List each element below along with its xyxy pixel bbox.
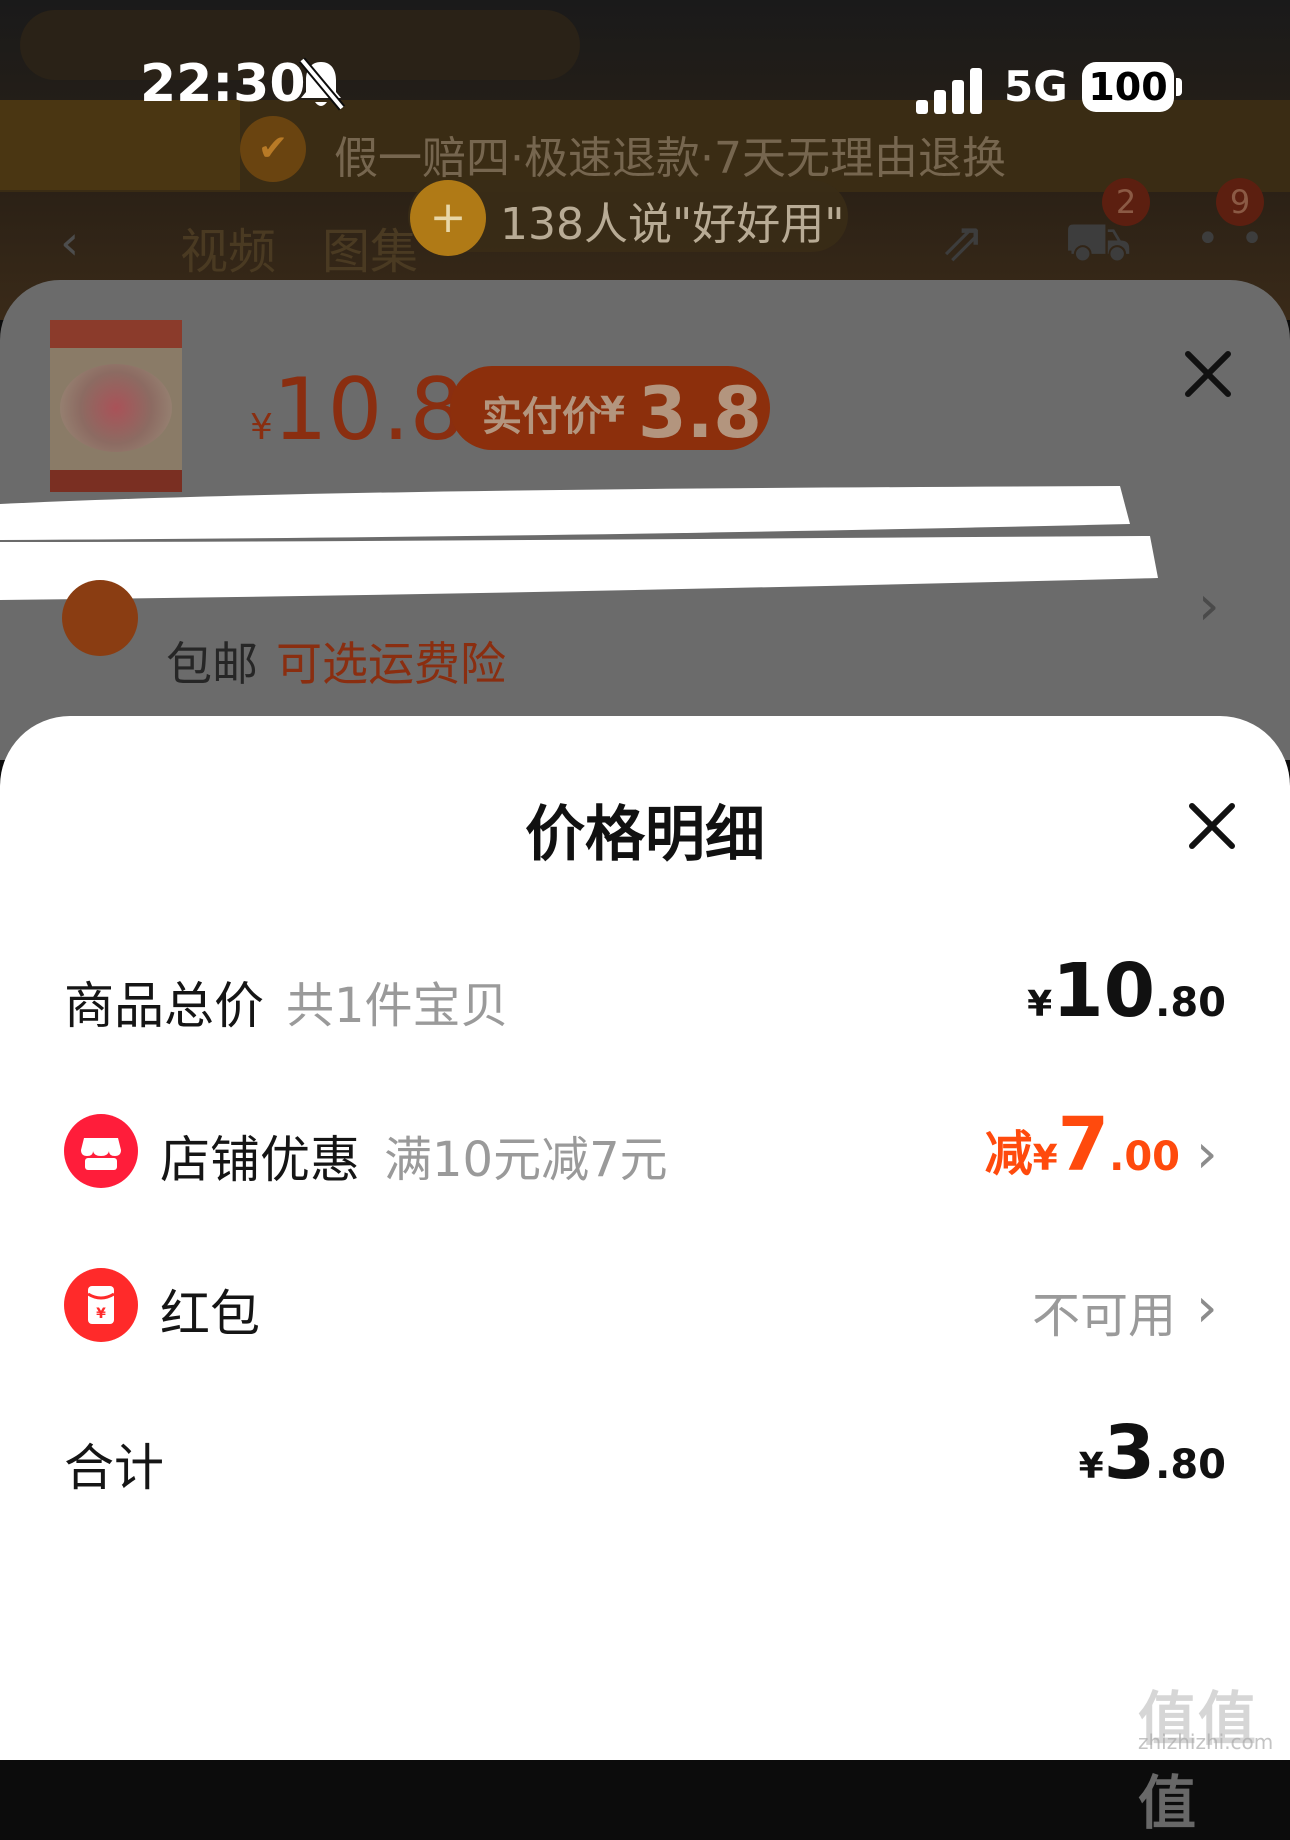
- chevron-right-icon[interactable]: ›: [1198, 574, 1220, 637]
- red-packet-label: 红包: [160, 1285, 260, 1343]
- total-currency: ¥: [1078, 1446, 1104, 1487]
- background-tab-gallery: 图集: [322, 224, 419, 280]
- shop-discount-label: 店铺优惠: [160, 1131, 360, 1189]
- total-decimal: .80: [1155, 1442, 1226, 1488]
- mute-icon: [298, 57, 346, 111]
- price-detail-sheet: 价格明细 商品总价 共1件宝贝 ¥10.80 店铺优惠 满10元减7元 减¥7.…: [0, 716, 1290, 1760]
- sku-price-value: 10.8: [272, 360, 465, 460]
- background-praise-text: 138人说"好好用": [500, 199, 845, 250]
- goods-total-decimal: .80: [1155, 980, 1226, 1026]
- pay-price-value: 3.8: [638, 372, 763, 454]
- sheet-title: 价格明细: [525, 800, 765, 870]
- pay-price-label: 实付价: [482, 394, 602, 440]
- discount-currency: ¥: [1032, 1138, 1058, 1179]
- bag-icon: +: [410, 180, 486, 256]
- red-packet-row[interactable]: ¥ 红包 不可用 ›: [0, 1256, 1290, 1356]
- red-packet-icon: ¥: [64, 1268, 138, 1342]
- pay-price-pill[interactable]: 实付价 ¥ 3.8: [450, 366, 770, 454]
- total-integer: 3: [1103, 1410, 1156, 1496]
- sku-price-currency: ¥: [250, 407, 273, 448]
- goods-total-label: 商品总价: [64, 977, 264, 1035]
- goods-count: 共1件宝贝: [286, 978, 509, 1034]
- background-product-page: ✔ 假一赔四·极速退款·7天无理由退换 + 138人说"好好用" ‹ 视频 图集…: [0, 0, 1290, 320]
- battery-icon: 100: [1082, 62, 1174, 112]
- goods-total-currency: ¥: [1027, 984, 1053, 1025]
- signal-icon: [916, 68, 986, 114]
- close-icon[interactable]: [1180, 346, 1236, 402]
- total-amount: ¥3.80: [1079, 1410, 1226, 1496]
- total-row: 合计 ¥3.80: [0, 1410, 1290, 1510]
- goods-total-row: 商品总价 共1件宝贝 ¥10.80: [0, 948, 1290, 1048]
- shop-icon: [64, 1114, 138, 1188]
- shipping-icon: [62, 580, 138, 656]
- chevron-right-icon[interactable]: ›: [1196, 1276, 1218, 1339]
- chevron-right-icon[interactable]: ›: [1196, 1122, 1218, 1185]
- goods-total-integer: 10: [1052, 948, 1156, 1034]
- shop-discount-rule: 满10元减7元: [384, 1132, 668, 1188]
- watermark-url: zhizhizhi.com: [1138, 1730, 1274, 1754]
- pay-price-currency: ¥: [600, 390, 626, 431]
- network-label: 5G: [1004, 62, 1068, 111]
- close-icon[interactable]: [1182, 796, 1242, 856]
- more-icon: • •: [1196, 216, 1268, 262]
- shop-discount-row[interactable]: 店铺优惠 满10元减7元 减¥7.00 ›: [0, 1102, 1290, 1202]
- sku-sheet: ¥10.8 实付价 ¥ 3.8 › 包邮 可选运费险: [0, 280, 1290, 760]
- background-guarantee-text: 假一赔四·极速退款·7天无理由退换: [334, 133, 1006, 184]
- shipping-insurance-link[interactable]: 可选运费险: [276, 628, 506, 694]
- back-icon: ‹: [60, 215, 80, 271]
- watermark-logo: 值值值: [1138, 1685, 1259, 1837]
- battery-tip: [1176, 78, 1182, 96]
- sku-price: ¥10.8: [250, 360, 464, 460]
- svg-text:¥: ¥: [96, 1306, 106, 1322]
- red-packet-status: 不可用: [1031, 1288, 1176, 1344]
- share-icon: ⇗: [940, 210, 986, 273]
- discount-integer: 7: [1057, 1102, 1110, 1188]
- product-thumbnail: [50, 320, 182, 492]
- total-label: 合计: [64, 1439, 164, 1497]
- status-time: 22:30: [140, 54, 306, 114]
- shop-discount-amount: 减¥7.00: [985, 1102, 1180, 1188]
- cart-badge: 2: [1102, 178, 1150, 226]
- status-bar: 22:30 5G 100: [0, 50, 1290, 130]
- redaction-scribble: [0, 486, 1158, 600]
- goods-total-amount: ¥10.80: [1027, 948, 1226, 1034]
- discount-prefix: 减: [984, 1126, 1033, 1182]
- background-tab-video: 视频: [180, 224, 277, 280]
- discount-decimal: .00: [1109, 1134, 1180, 1180]
- shipping-free-label: 包邮: [166, 637, 258, 691]
